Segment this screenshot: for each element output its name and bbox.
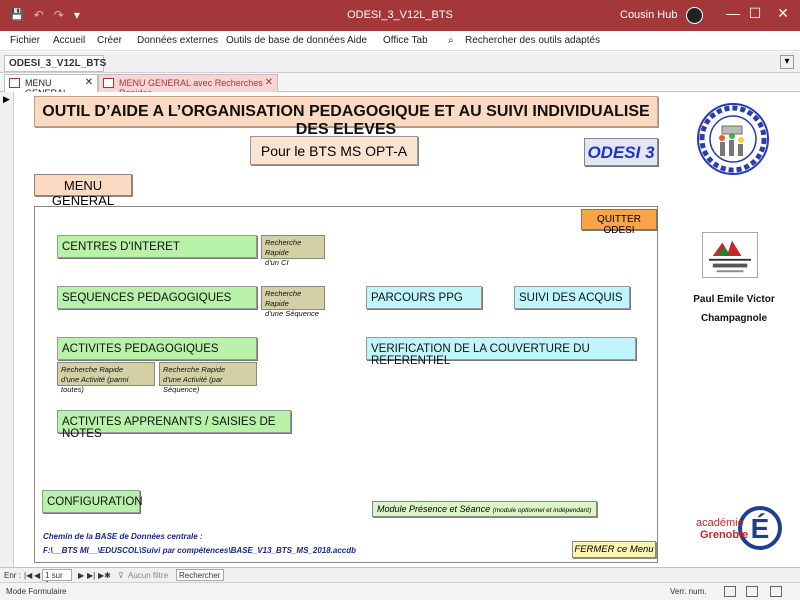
navigation-pane-collapsed[interactable]: ▶ bbox=[0, 92, 14, 567]
quick-search-sub-label: d'une Activité (parmi toutes) bbox=[61, 375, 129, 394]
activites-apprenants-button[interactable]: ACTIVITES APPRENANTS / SAISIES DE NOTES bbox=[57, 410, 291, 440]
form-view-icon[interactable] bbox=[724, 586, 736, 597]
design-view-icon[interactable] bbox=[770, 586, 782, 597]
centres-interet-button[interactable]: CENTRES D'INTERET bbox=[57, 235, 257, 258]
ribbon-menu-bar: Fichier Accueil Créer Données externes O… bbox=[0, 31, 800, 51]
database-path-label: Chemin de la BASE de Données centrale : bbox=[43, 532, 203, 541]
layout-view-icon[interactable] bbox=[746, 586, 758, 597]
quick-search-ci-button[interactable]: Recherche Rapide d'un CI bbox=[261, 235, 325, 267]
module-presence-button[interactable]: Module Présence et Séance (module option… bbox=[372, 501, 597, 517]
menu-donnees-externes[interactable]: Données externes bbox=[137, 35, 218, 46]
odesi-label: ODESI 3 bbox=[584, 138, 658, 166]
quick-search-activite-sequence-button[interactable]: Recherche Rapide d'une Activité (par Séq… bbox=[159, 362, 257, 394]
odesi-logo bbox=[697, 103, 769, 175]
close-button[interactable]: ✕ bbox=[768, 5, 798, 22]
fermer-menu-button[interactable]: FERMER ce Menu bbox=[572, 541, 656, 558]
svg-text:académie: académie bbox=[696, 517, 744, 529]
bts-label: Pour le BTS MS OPT-A bbox=[250, 136, 418, 165]
school-logo bbox=[702, 232, 758, 278]
next-record-button[interactable]: ▶ bbox=[78, 571, 84, 580]
title-bar: 💾 ↶ ↷ ▾ ODESI_3_V12L_BTS Cousin Hub — ☐ … bbox=[0, 0, 800, 31]
quick-search-sub-label: d'une Activité (par Séquence) bbox=[163, 375, 223, 394]
avatar[interactable] bbox=[686, 7, 703, 24]
tab-menu-general[interactable]: MENU GENERAL ✕ bbox=[4, 74, 98, 98]
quick-search-label: Recherche Rapide bbox=[61, 365, 124, 374]
main-menu-panel: QUITTER ODESI CENTRES D'INTERET Recherch… bbox=[34, 206, 658, 563]
quick-search-label: Recherche Rapide bbox=[265, 238, 302, 257]
form-tab-strip: MENU GENERAL ✕ MENU GENERAL avec Recherc… bbox=[0, 73, 800, 98]
configuration-button[interactable]: CONFIGURATION bbox=[42, 490, 143, 513]
status-bar: Mode Formulaire Verr. num. bbox=[0, 582, 800, 600]
menu-office-tab[interactable]: Office Tab bbox=[383, 35, 428, 46]
database-tab-strip: ODESI_3_V12L_BTS ▾ bbox=[0, 52, 800, 73]
no-filter-label[interactable]: Aucun filtre bbox=[128, 571, 168, 580]
module-label: Module Présence et Séance bbox=[377, 504, 491, 514]
school-name-line1: Paul Emile Victor bbox=[693, 294, 775, 305]
maximize-button[interactable]: ☐ bbox=[740, 5, 770, 22]
database-tab[interactable]: ODESI_3_V12L_BTS bbox=[4, 55, 106, 72]
quit-odesi-button[interactable]: QUITTER ODESI bbox=[581, 209, 657, 236]
previous-record-button[interactable]: ◀ bbox=[34, 571, 40, 580]
school-name-line2: Champagnole bbox=[700, 313, 768, 324]
menu-outils-bd[interactable]: Outils de base de données bbox=[226, 35, 345, 46]
quick-search-sub-label: d'un CI bbox=[265, 258, 289, 267]
form-icon bbox=[9, 78, 20, 88]
menu-creer[interactable]: Créer bbox=[97, 35, 122, 46]
quick-search-sub-label: d'une Séquence bbox=[265, 309, 319, 318]
menu-general-label: MENU GENERAL bbox=[34, 174, 132, 208]
parcours-ppg-button[interactable]: PARCOURS PPG bbox=[366, 286, 482, 309]
svg-text:É: É bbox=[751, 513, 770, 544]
sequences-pedagogiques-button[interactable]: SEQUENCES PEDAGOGIQUES bbox=[57, 286, 257, 309]
quick-search-label: Recherche Rapide bbox=[265, 289, 302, 308]
first-record-button[interactable]: |◀ bbox=[24, 571, 32, 580]
form-icon bbox=[103, 78, 114, 88]
user-name[interactable]: Cousin Hub bbox=[620, 9, 677, 21]
verification-referentiel-button[interactable]: VERIFICATION DE LA COUVERTURE DU REFEREN… bbox=[366, 337, 636, 367]
tab-menu-general-recherches[interactable]: MENU GENERAL avec Recherches Rapides ✕ bbox=[98, 74, 278, 98]
menu-accueil[interactable]: Accueil bbox=[53, 35, 85, 46]
last-record-button[interactable]: ▶| bbox=[87, 571, 95, 580]
menu-general-form: OUTIL D’AIDE A L’ORGANISATION PEDAGOGIQU… bbox=[14, 92, 800, 567]
record-navigation-bar: Enr : |◀ ◀ 1 sur 1 ▶ ▶| ▶✱ ⊽ Aucun filtr… bbox=[0, 567, 800, 589]
filter-icon: ⊽ bbox=[118, 571, 124, 580]
quick-search-activite-all-button[interactable]: Recherche Rapide d'une Activité (parmi t… bbox=[57, 362, 155, 394]
close-icon[interactable]: ✕ bbox=[265, 77, 273, 88]
new-record-button[interactable]: ▶✱ bbox=[98, 571, 111, 580]
window-title: ODESI_3_V12L_BTS bbox=[347, 9, 453, 21]
svg-text:Grenoble: Grenoble bbox=[700, 529, 748, 541]
academie-grenoble-logo: É académie Grenoble bbox=[696, 506, 782, 550]
menu-fichier[interactable]: Fichier bbox=[10, 35, 40, 46]
chevron-down-icon[interactable]: ▾ bbox=[780, 55, 794, 69]
database-path-value: F:\__BTS MI__\EDUSCOL\Suivi par compéten… bbox=[43, 546, 357, 555]
current-record-field[interactable]: 1 sur 1 bbox=[42, 569, 72, 589]
close-icon[interactable]: ✕ bbox=[85, 77, 93, 88]
record-label: Enr : bbox=[4, 571, 21, 580]
view-mode-label: Mode Formulaire bbox=[6, 587, 67, 596]
search-input[interactable]: Rechercher bbox=[176, 569, 224, 581]
menu-aide[interactable]: Aide bbox=[347, 35, 367, 46]
expand-arrow-icon[interactable]: ▶ bbox=[3, 94, 10, 105]
quick-search-sequence-button[interactable]: Recherche Rapide d'une Séquence bbox=[261, 286, 325, 318]
school-name: Paul Emile Victor Champagnole bbox=[684, 290, 784, 328]
module-note: (module optionnel et indépendant) bbox=[492, 507, 592, 514]
numlock-indicator: Verr. num. bbox=[670, 587, 707, 596]
database-path: Chemin de la BASE de Données centrale : … bbox=[43, 530, 356, 558]
search-tools-label[interactable]: Rechercher des outils adaptés bbox=[465, 35, 600, 46]
activites-pedagogiques-button[interactable]: ACTIVITES PEDAGOGIQUES bbox=[57, 337, 257, 360]
page-title: OUTIL D’AIDE A L’ORGANISATION PEDAGOGIQU… bbox=[34, 96, 658, 138]
suivi-acquis-button[interactable]: SUIVI DES ACQUIS bbox=[514, 286, 630, 309]
quick-search-label: Recherche Rapide bbox=[163, 365, 226, 374]
search-icon: ⌕ bbox=[448, 35, 454, 46]
